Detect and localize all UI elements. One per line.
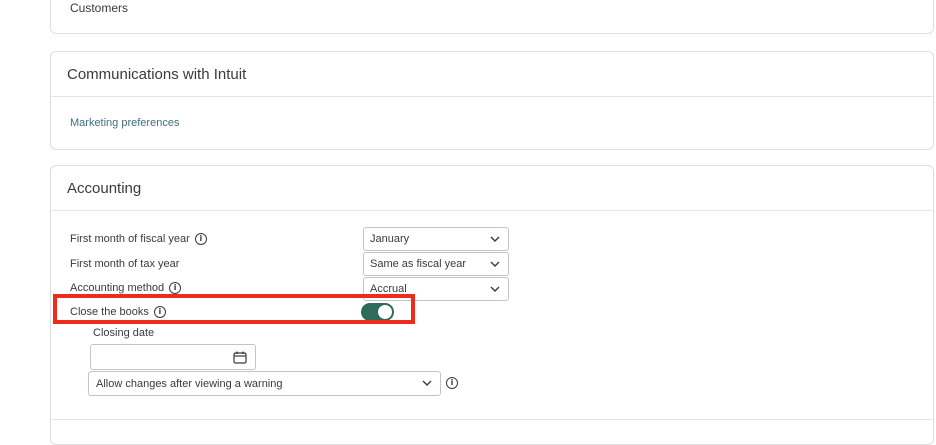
divider [51,210,933,211]
accounting-title: Accounting [67,180,142,197]
chevron-down-icon [490,286,500,292]
info-icon[interactable]: i [169,282,182,294]
calendar-icon[interactable] [233,351,247,364]
info-icon[interactable]: i [446,377,458,389]
tax-year-value: Same as fiscal year [370,258,466,270]
accounting-method-select[interactable]: Accrual [363,277,509,301]
fiscal-year-label-row: First month of fiscal year i [70,231,207,247]
accounting-method-label-row: Accounting method i [70,280,182,296]
accounting-method-value: Accrual [370,283,407,295]
toggle-knob [378,305,392,319]
customers-card: Customers [50,0,934,34]
allow-changes-select[interactable]: Allow changes after viewing a warning [88,371,441,396]
divider [51,96,933,97]
close-books-toggle[interactable] [361,303,394,321]
chevron-down-icon [422,380,432,386]
info-icon[interactable]: i [194,233,207,245]
chevron-down-icon [490,261,500,267]
communications-title: Communications with Intuit [67,66,247,83]
divider [51,419,933,420]
close-books-label: Close the books [70,306,149,318]
fiscal-year-label: First month of fiscal year [70,233,190,245]
chevron-down-icon [490,236,500,242]
closing-date-label: Closing date [93,327,155,339]
tax-year-select[interactable]: Same as fiscal year [363,252,509,276]
tax-year-label: First month of tax year [70,258,180,270]
accounting-method-label: Accounting method [70,282,165,294]
customers-label: Customers [70,1,129,15]
fiscal-year-select[interactable]: January [363,227,509,251]
fiscal-year-value: January [370,233,410,245]
close-books-label-row: Close the books i [70,304,166,320]
marketing-preferences-link[interactable]: Marketing preferences [70,117,179,129]
info-icon[interactable]: i [153,306,166,318]
tax-year-label-row: First month of tax year [70,256,179,272]
allow-changes-value: Allow changes after viewing a warning [96,377,283,390]
closing-date-input[interactable] [90,344,256,370]
accounting-card: Accounting First month of fiscal year i … [50,165,934,445]
communications-card: Communications with Intuit Marketing pre… [50,51,934,150]
